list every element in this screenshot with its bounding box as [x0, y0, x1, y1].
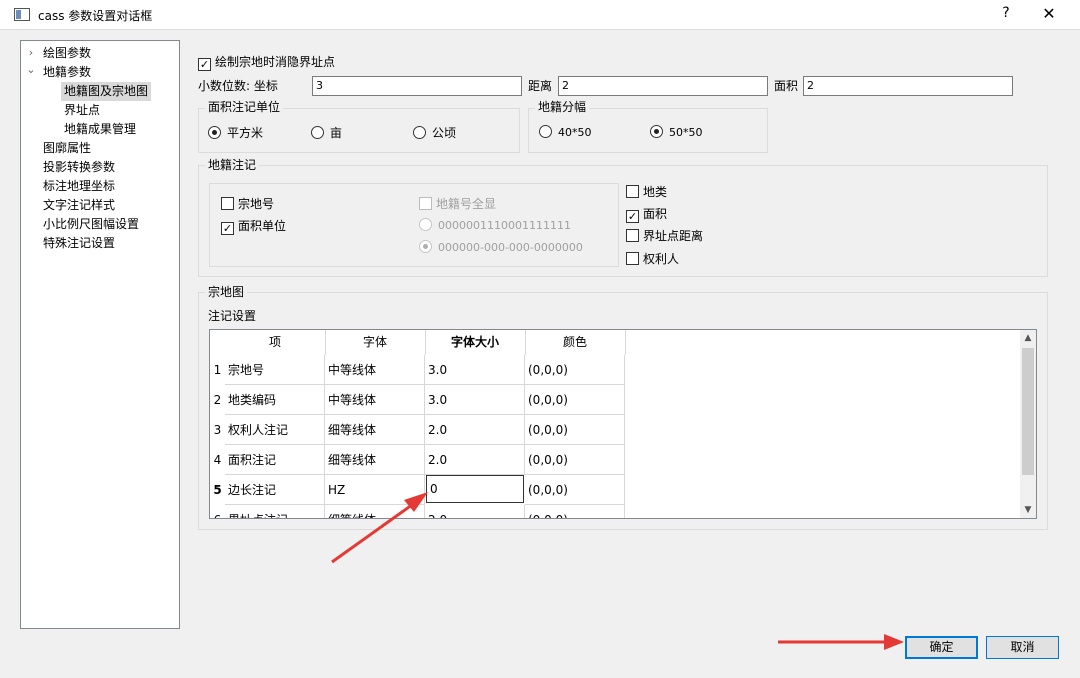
table-cell-color[interactable]: (0,0,0) — [525, 505, 625, 518]
table-cell-size[interactable]: 2.0 — [425, 445, 525, 475]
row-number: 4 — [213, 453, 222, 467]
table-cell-item[interactable]: 边长注记 — [225, 475, 325, 505]
table-cell-font[interactable]: 中等线体 — [325, 385, 425, 415]
table-scrollbar[interactable]: ▲ ▼ — [1020, 330, 1036, 518]
settings-category-tree[interactable]: › 绘图参数 ⌄ 地籍参数 地籍图及宗地图 界址点 地籍成果管理 图廓属性 投影… — [20, 40, 180, 629]
checkmark-icon: ✓ — [221, 222, 234, 235]
row-number: 1 — [213, 363, 222, 377]
area-unit-sqm-radio[interactable]: 平方米 — [208, 125, 263, 141]
tree-item-projection[interactable]: 投影转换参数 — [43, 158, 115, 177]
table-cell-item[interactable]: 宗地号 — [225, 355, 325, 385]
table-cell-item[interactable]: 面积注记 — [225, 445, 325, 475]
tree-item-small-scale[interactable]: 小比例尺图幅设置 — [43, 215, 139, 234]
checkmark-icon: ✓ — [626, 210, 639, 223]
table-cell-item[interactable]: 地类编码 — [225, 385, 325, 415]
table-cell-font[interactable]: 细等线体 — [325, 505, 425, 518]
area-unit-checkbox[interactable]: ✓ 面积单位 — [221, 218, 286, 235]
close-icon[interactable]: ✕ — [1038, 4, 1060, 26]
cadastral-sheet-group-title: 地籍分幅 — [535, 100, 590, 114]
tree-item-cadastral-params[interactable]: 地籍参数 — [43, 63, 91, 82]
row-number: 2 — [213, 393, 222, 407]
table-cell-size[interactable]: 3.0 — [425, 355, 525, 385]
table-cell-color[interactable]: (0,0,0) — [525, 475, 625, 505]
decimals-label: 小数位数: 坐标 — [198, 79, 278, 93]
tree-item-boundary-point[interactable]: 界址点 — [64, 101, 100, 120]
distance-decimals-input[interactable]: 2 — [558, 76, 768, 96]
cadastral-annotation-title: 地籍注记 — [205, 158, 260, 172]
tree-item-geo-coords[interactable]: 标注地理坐标 — [43, 177, 115, 196]
cadastral-format-plain-radio[interactable]: 0000001110001111111 — [419, 218, 571, 234]
tree-item-cadastral-results[interactable]: 地籍成果管理 — [64, 120, 136, 139]
table-cell-font[interactable]: 细等线体 — [325, 445, 425, 475]
tree-item-special-notes[interactable]: 特殊注记设置 — [43, 234, 115, 253]
cadastral-format-dashed-radio[interactable]: 000000-000-000-0000000 — [419, 240, 583, 256]
sheet-50x50-radio[interactable]: 50*50 — [650, 125, 703, 141]
title-bar: cass 参数设置对话框 ? ✕ — [0, 0, 1080, 30]
table-cell-color[interactable]: (0,0,0) — [525, 385, 625, 415]
area-decimals-input[interactable]: 2 — [803, 76, 1013, 96]
boundary-distance-checkbox[interactable]: 界址点距离 — [626, 228, 703, 244]
tree-item-map-frame[interactable]: 图廓属性 — [43, 139, 91, 158]
scroll-up-icon[interactable]: ▲ — [1020, 330, 1036, 346]
table-cell-item[interactable]: 界址点注记 — [225, 505, 325, 518]
owner-checkbox[interactable]: 权利人 — [626, 251, 679, 267]
dialog-title: cass 参数设置对话框 — [38, 9, 153, 23]
settings-dialog: cass 参数设置对话框 ? ✕ › 绘图参数 ⌄ 地籍参数 地籍图及宗地图 界… — [0, 0, 1080, 678]
help-button[interactable]: ? — [996, 5, 1016, 25]
col-header-color[interactable]: 颜色 — [525, 330, 625, 355]
area-unit-hectare-radio[interactable]: 公顷 — [413, 125, 456, 141]
coord-decimals-input[interactable]: 3 — [312, 76, 522, 96]
col-header-size[interactable]: 字体大小 — [425, 330, 525, 355]
parcel-no-checkbox[interactable]: 宗地号 — [221, 196, 274, 212]
area-unit-mu-radio[interactable]: 亩 — [311, 125, 342, 141]
parcel-map-title: 宗地图 — [205, 285, 248, 299]
row-number: 3 — [213, 423, 222, 437]
full-cadastral-no-checkbox[interactable]: 地籍号全显 — [419, 196, 496, 212]
table-cell-color[interactable]: (0,0,0) — [525, 445, 625, 475]
table-cell-color[interactable]: (0,0,0) — [525, 415, 625, 445]
table-cell-size[interactable]: 3.0 — [425, 385, 525, 415]
scroll-thumb[interactable] — [1022, 348, 1034, 475]
annotation-settings-label: 注记设置 — [208, 309, 257, 323]
land-type-checkbox[interactable]: 地类 — [626, 184, 667, 200]
app-window-icon — [14, 8, 30, 21]
sheet-40x50-radio[interactable]: 40*50 — [539, 125, 592, 141]
annotation-settings-table[interactable]: 项 字体 字体大小 颜色 1 宗地号 中等线体 3.0 (0,0,0) 2 地类… — [209, 329, 1037, 519]
row-number: 5 — [213, 483, 222, 497]
area-checkbox[interactable]: ✓ 面积 — [626, 206, 667, 223]
checkmark-icon: ✓ — [198, 58, 211, 71]
area-unit-group-title: 面积注记单位 — [205, 100, 284, 114]
col-header-item[interactable]: 项 — [225, 330, 325, 355]
chevron-right-icon[interactable]: › — [25, 46, 37, 59]
cancel-button[interactable]: 取消 — [986, 636, 1059, 659]
tree-item-cadastral-map[interactable]: 地籍图及宗地图 — [61, 82, 152, 101]
font-size-edit-input[interactable]: 0 — [426, 475, 524, 503]
table-cell-color[interactable]: (0,0,0) — [525, 355, 625, 385]
chevron-down-icon[interactable]: ⌄ — [25, 63, 37, 76]
ok-button[interactable]: 确定 — [905, 636, 978, 659]
row-number: 6 — [210, 505, 225, 518]
col-header-font[interactable]: 字体 — [325, 330, 425, 355]
tree-item-drawing-params[interactable]: 绘图参数 — [43, 44, 91, 63]
table-cell-size[interactable]: 2.0 — [425, 415, 525, 445]
distance-label: 距离 — [528, 79, 553, 93]
scroll-down-icon[interactable]: ▼ — [1020, 502, 1036, 518]
table-cell-font[interactable]: 细等线体 — [325, 415, 425, 445]
table-cell-size[interactable]: 2.0 — [425, 505, 525, 518]
table-cell-font[interactable]: 中等线体 — [325, 355, 425, 385]
tree-item-text-style[interactable]: 文字注记样式 — [43, 196, 115, 215]
hide-boundary-checkbox[interactable]: ✓ 绘制宗地时消隐界址点 — [198, 54, 335, 71]
area-label: 面积 — [774, 79, 799, 93]
table-cell-font[interactable]: HZ — [325, 475, 425, 505]
table-cell-item[interactable]: 权利人注记 — [225, 415, 325, 445]
